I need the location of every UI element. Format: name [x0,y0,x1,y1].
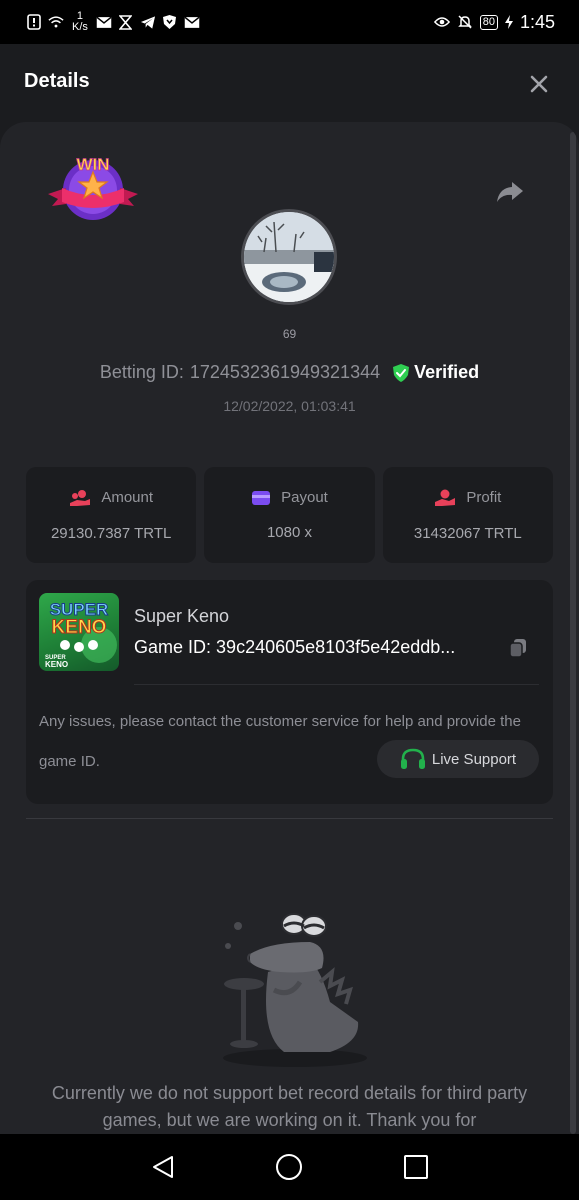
telegram-icon [140,14,156,30]
thumb-sub-2: KENO [45,660,68,669]
game-id-label: Game ID: [134,637,212,657]
network-speed: 1 K/s [72,11,88,33]
thumb-title-2: KENO [52,617,107,638]
stat-payout: Payout 1080 x [204,467,375,563]
home-button[interactable] [269,1147,309,1187]
stat-profit: Profit 31432067 TRTL [382,467,553,563]
game-id-row: Game ID: 39c240605e8103f5e42eddb... [134,637,494,658]
hourglass-icon [118,14,134,30]
game-thumbnail[interactable]: SUPER KENO SUPER KENO [39,593,119,671]
avatar [241,209,337,305]
win-badge-text: WIN [76,155,109,174]
recents-square-icon [403,1155,428,1179]
third-party-notice: Currently we do not support bet record d… [51,1083,528,1130]
network-speed-unit: K/s [72,21,88,33]
avatar-photo [244,212,334,302]
close-button[interactable] [525,70,553,98]
betting-id-value: 1724532361949321344 [189,362,381,382]
recents-button[interactable] [396,1147,436,1187]
battery-indicator: 80 [479,14,498,30]
stat-label: Profit [466,489,502,506]
clock: 1:45 [519,11,555,32]
charging-icon [504,14,513,30]
coins-hand-icon [70,489,91,506]
back-triangle-icon [153,1156,174,1178]
divider [134,684,539,685]
headset-icon [400,748,425,769]
crocodile-illustration-icon [223,913,367,1067]
header: Details [0,44,579,124]
game-name: Super Keno [134,606,230,626]
betting-id-row: Betting ID: 1724532361949321344 Verified [0,362,579,383]
game-id-value: 39c240605e8103f5e42eddb... [216,637,456,657]
share-icon [497,182,523,202]
profit-hand-icon [435,489,456,506]
game-card: SUPER KENO SUPER KENO Super Keno Game ID… [26,580,553,804]
super-keno-logo: SUPER KENO SUPER KENO [45,600,117,669]
stat-value: 31432067 TRTL [413,524,522,542]
stat-value: 1080 x [266,524,313,541]
details-sheet: WIN 69 Betting ID: 1724532361949321344 V… [0,122,579,1134]
win-badge-icon: WIN [48,155,138,220]
alert-icon [26,14,42,30]
wallet-icon [252,490,271,505]
copy-icon [509,639,526,658]
username: 69 [282,327,297,341]
shield-app-icon [162,14,178,30]
navigation-bar [0,1134,579,1200]
back-button[interactable] [143,1147,183,1187]
stat-label: Payout [281,489,328,506]
copy-game-id-button[interactable] [507,637,529,659]
home-circle-icon [276,1154,303,1180]
bet-datetime: 12/02/2022, 01:03:41 [223,398,356,414]
eye-icon [433,14,450,30]
close-icon [530,75,548,93]
verified-label: Verified [414,362,480,382]
stat-label: Amount [101,489,154,506]
wifi-icon [48,14,64,30]
status-bar: 1 K/s 80 1:45 [0,0,579,44]
stat-value: 29130.7387 TRTL [50,524,172,542]
bell-muted-icon [457,14,473,30]
section-divider [26,818,553,819]
share-button[interactable] [495,176,525,206]
scrollbar[interactable] [570,132,576,1134]
stats-row: Amount 29130.7387 TRTL Payout 1080 x Pro… [26,467,553,563]
verified-badge: Verified [392,362,479,383]
betting-id-label: Betting ID: [99,362,184,382]
mail-icon-2 [184,14,200,30]
mail-icon [96,14,112,30]
live-support-button[interactable]: Live Support [377,740,539,778]
verified-shield-icon [393,363,410,382]
live-support-label: Live Support [431,750,517,768]
page-title: Details [24,70,90,92]
stat-amount: Amount 29130.7387 TRTL [26,467,197,563]
